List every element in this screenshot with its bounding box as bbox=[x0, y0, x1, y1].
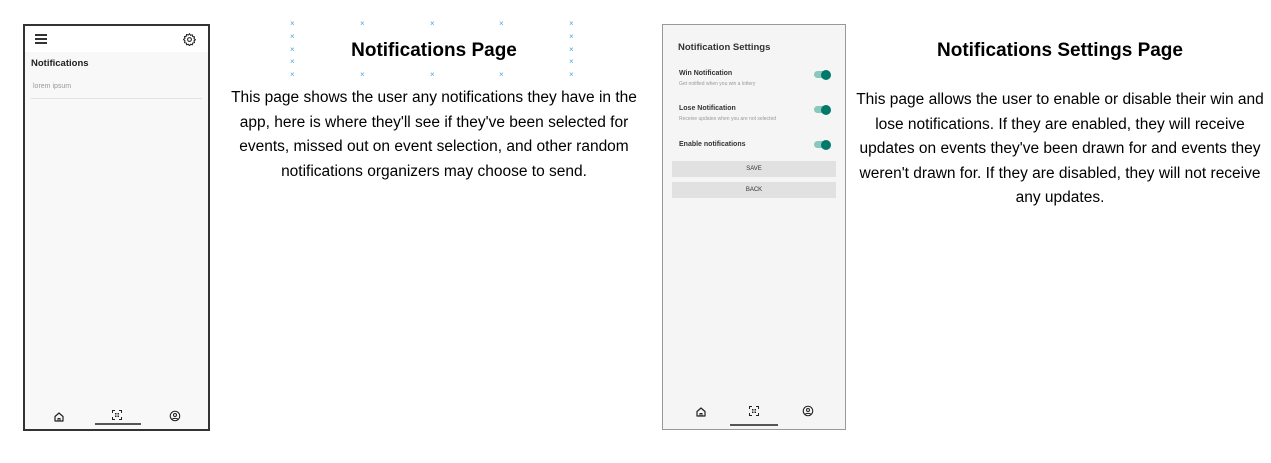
home-icon[interactable] bbox=[53, 411, 65, 423]
settings-screen: Notification Settings Win Notification G… bbox=[662, 24, 846, 430]
screen-title: Notification Settings bbox=[678, 42, 771, 53]
settings-heading: Notifications Settings Page bbox=[937, 40, 1183, 61]
lose-notification-label: Lose Notification bbox=[679, 105, 736, 112]
qr-scan-icon[interactable] bbox=[748, 405, 760, 417]
win-notification-toggle[interactable] bbox=[814, 69, 831, 80]
notification-item[interactable]: lorem ipsum bbox=[33, 83, 71, 90]
bottom-nav bbox=[25, 405, 208, 429]
settings-description: This page allows the user to enable or d… bbox=[856, 91, 1264, 206]
divider bbox=[31, 98, 202, 99]
enable-notifications-toggle[interactable] bbox=[814, 139, 831, 150]
win-notification-sublabel: Get notified when you win a lottery bbox=[679, 81, 756, 87]
notifications-heading: Notifications Page bbox=[351, 40, 517, 61]
win-notification-label: Win Notification bbox=[679, 70, 733, 77]
profile-icon[interactable] bbox=[802, 405, 814, 417]
notifications-description: This page shows the user any notificatio… bbox=[231, 89, 637, 180]
app-bar bbox=[25, 26, 208, 52]
profile-icon[interactable] bbox=[169, 410, 181, 422]
home-indicator bbox=[730, 424, 778, 426]
lose-notification-sublabel: Receive updates when you are not selecte… bbox=[679, 116, 777, 122]
enable-notifications-label: Enable notifications bbox=[679, 141, 746, 148]
notifications-screen: Notifications lorem ipsum bbox=[23, 24, 210, 431]
home-icon[interactable] bbox=[695, 406, 707, 418]
menu-icon[interactable] bbox=[35, 34, 47, 44]
save-button[interactable]: SAVE bbox=[672, 161, 836, 177]
screen-title: Notifications bbox=[31, 58, 89, 69]
back-button[interactable]: BACK bbox=[672, 182, 836, 198]
lose-notification-toggle[interactable] bbox=[814, 104, 831, 115]
home-indicator bbox=[95, 423, 141, 425]
qr-scan-icon[interactable] bbox=[111, 409, 123, 421]
bottom-nav bbox=[663, 399, 845, 429]
gear-icon[interactable] bbox=[183, 33, 196, 46]
